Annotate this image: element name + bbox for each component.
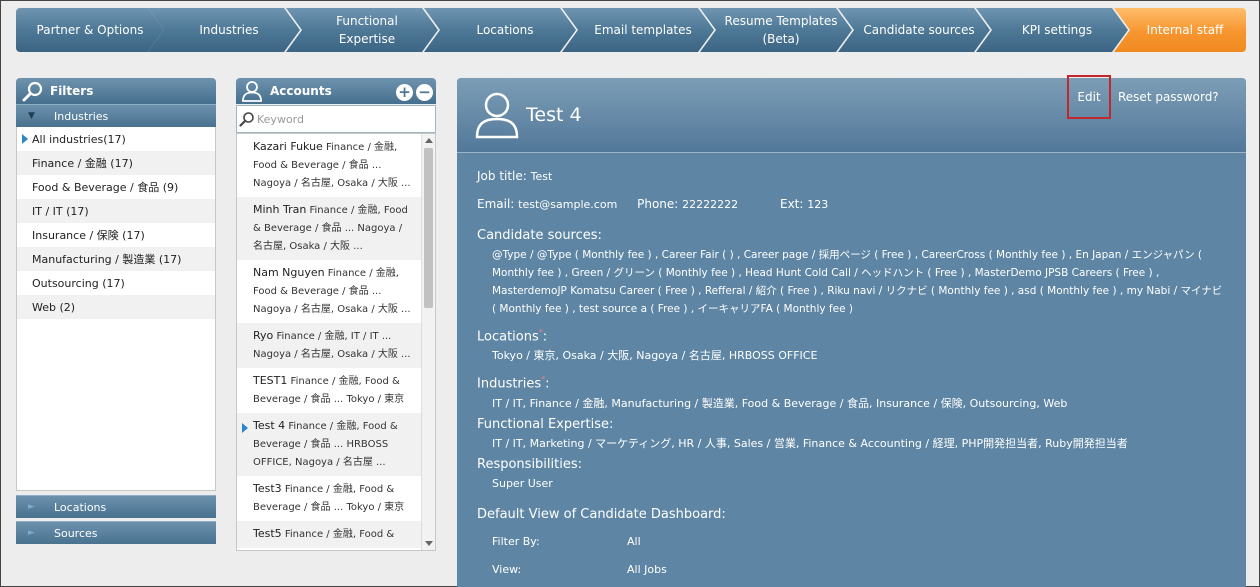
scroll-up-icon[interactable]: [425, 138, 433, 143]
filter-by-value: All: [627, 535, 641, 549]
step-resume-templates[interactable]: Resume Templates (Beta): [700, 8, 852, 52]
filters-header: Filters: [16, 78, 216, 104]
accounts-title: Accounts: [270, 84, 332, 98]
step-kpi-settings[interactable]: KPI settings: [976, 8, 1128, 52]
industries-label: Industries: [477, 376, 542, 392]
filter-item-outsourcing[interactable]: Outsourcing (17): [17, 271, 215, 295]
required-mark: *: [538, 328, 543, 337]
accounts-header: Accounts + −: [236, 78, 436, 104]
filter-item-it[interactable]: IT / IT (17): [17, 199, 215, 223]
account-detail-body: Job title: Test Email: test@sample.com P…: [457, 153, 1246, 584]
locations-title: Locations*:: [477, 328, 548, 345]
contact-row: Email: test@sample.com Phone: 22222222 E…: [477, 197, 1226, 211]
account-item-kazari-fukue[interactable]: Kazari Fukue Finance / 金融, Food & Bevera…: [237, 134, 421, 197]
triangle-right-icon: ►: [28, 528, 35, 538]
user-icon: [242, 81, 262, 102]
account-list-scroller: Kazari Fukue Finance / 金融, Food & Bevera…: [236, 133, 436, 551]
search-icon: [22, 81, 43, 102]
account-item-ryo[interactable]: Ryo Finance / 金融, IT / IT ... Nagoya / 名…: [237, 323, 421, 368]
industries-section-header[interactable]: ▼ Industries: [16, 104, 216, 127]
phone-label: Phone:: [637, 197, 679, 211]
locations-section-header[interactable]: ► Locations: [16, 495, 216, 518]
filters-title: Filters: [50, 84, 94, 98]
step-email-templates[interactable]: Email templates: [562, 8, 714, 52]
account-list: Kazari Fukue Finance / 金融, Food & Bevera…: [237, 134, 421, 548]
account-detail-panel: Test 4 Edit Reset password? Job title: T…: [457, 75, 1246, 587]
accounts-panel: Accounts + − Kazari Fukue Finance / 金融, …: [236, 78, 436, 552]
filter-item-insurance[interactable]: Insurance / 保険 (17): [17, 223, 215, 247]
scrollbar-thumb[interactable]: [424, 148, 433, 308]
remove-account-button[interactable]: −: [416, 84, 433, 101]
job-title-label: Job title:: [477, 169, 527, 183]
account-item-test1[interactable]: TEST1 Finance / 金融, Food & Beverage / 食品…: [237, 368, 421, 413]
filter-item-web[interactable]: Web (2): [17, 295, 215, 319]
filter-by-row: Filter By: All: [477, 528, 1226, 556]
step-industries[interactable]: Industries: [148, 8, 300, 52]
account-search-box: [236, 105, 436, 133]
functional-expertise-value: IT / IT, Marketing / マーケティング, HR / 人事, S…: [492, 436, 1128, 450]
candidate-sources-label: Candidate sources:: [477, 228, 602, 243]
account-item-test5[interactable]: Test5 Finance / 金融, Food &: [237, 521, 421, 548]
step-locations[interactable]: Locations: [424, 8, 576, 52]
functional-expertise-label: Functional Expertise:: [477, 416, 614, 432]
edit-button[interactable]: Edit: [1067, 75, 1111, 119]
view-label: View:: [492, 563, 522, 577]
sources-section-header[interactable]: ► Sources: [16, 521, 216, 544]
account-item-nam-nguyen[interactable]: Nam Nguyen Finance / 金融, Food & Beverage…: [237, 260, 421, 323]
candidate-sources-value: @Type / @Type ( Monthly fee ) , Career F…: [492, 249, 1223, 315]
step-functional-expertise[interactable]: Functional Expertise: [286, 8, 438, 52]
account-item-test-4[interactable]: Test 4 Finance / 金融, Food & Beverage / 食…: [237, 413, 421, 476]
ext-value: 123: [807, 198, 829, 211]
filters-panel: Filters ▼ Industries All industries(17) …: [16, 78, 216, 552]
industry-filter-list: All industries(17) Finance / 金融 (17) Foo…: [16, 127, 216, 491]
job-title-row: Job title: Test: [477, 169, 1226, 183]
step-candidate-sources[interactable]: Candidate sources: [838, 8, 990, 52]
filter-by-label: Filter By:: [492, 535, 540, 549]
account-list-scrollbar[interactable]: [421, 134, 435, 550]
email-label: Email:: [477, 197, 515, 211]
account-search-input[interactable]: [257, 110, 431, 128]
filter-item-all-industries[interactable]: All industries(17): [17, 127, 215, 151]
scroll-down-icon[interactable]: [425, 541, 433, 546]
phone-value: 22222222: [682, 198, 739, 211]
industries-section-label: Industries: [54, 109, 109, 123]
view-row: View: All Jobs: [477, 556, 1226, 584]
required-mark: *: [541, 375, 546, 385]
default-view-label: Default View of Candidate Dashboard:: [477, 506, 726, 522]
add-account-button[interactable]: +: [396, 84, 413, 101]
account-item-minh-tran[interactable]: Minh Tran Finance / 金融, Food & Beverage …: [237, 197, 421, 260]
account-item-test3[interactable]: Test3 Finance / 金融, Food & Beverage / 食品…: [237, 476, 421, 521]
account-detail-header: Test 4 Edit Reset password?: [457, 75, 1246, 153]
user-avatar-icon: [475, 92, 519, 139]
ext-label: Ext:: [779, 197, 804, 211]
responsibilities-label: Responsibilities:: [477, 456, 582, 472]
account-name: Test 4: [526, 104, 582, 126]
triangle-right-icon: ►: [28, 502, 35, 512]
filter-item-manufacturing[interactable]: Manufacturing / 製造業 (17): [17, 247, 215, 271]
email-value: test@sample.com: [518, 198, 618, 211]
locations-value: Tokyo / 東京, Osaka / 大阪, Nagoya / 名古屋, HR…: [492, 349, 818, 363]
view-value: All Jobs: [627, 563, 667, 577]
triangle-down-icon: ▼: [28, 111, 35, 121]
step-partner-options[interactable]: Partner & Options: [16, 8, 164, 52]
search-icon: [239, 112, 254, 127]
responsibilities-value: Super User: [492, 476, 553, 490]
step-navigation: Partner & Options Industries Functional …: [16, 8, 1246, 52]
step-internal-staff[interactable]: Internal staff: [1114, 8, 1246, 52]
job-title-value: Test: [530, 170, 553, 183]
locations-label: Locations: [477, 329, 539, 345]
filter-item-finance[interactable]: Finance / 金融 (17): [17, 151, 215, 175]
sources-section-label: Sources: [54, 526, 98, 540]
industries-value: IT / IT, Finance / 金融, Manufacturing / 製…: [492, 396, 1068, 410]
industries-title: Industries*:: [477, 375, 550, 392]
filter-item-food-beverage[interactable]: Food & Beverage / 食品 (9): [17, 175, 215, 199]
reset-password-link[interactable]: Reset password?: [1118, 90, 1219, 104]
locations-section-label: Locations: [54, 500, 107, 514]
